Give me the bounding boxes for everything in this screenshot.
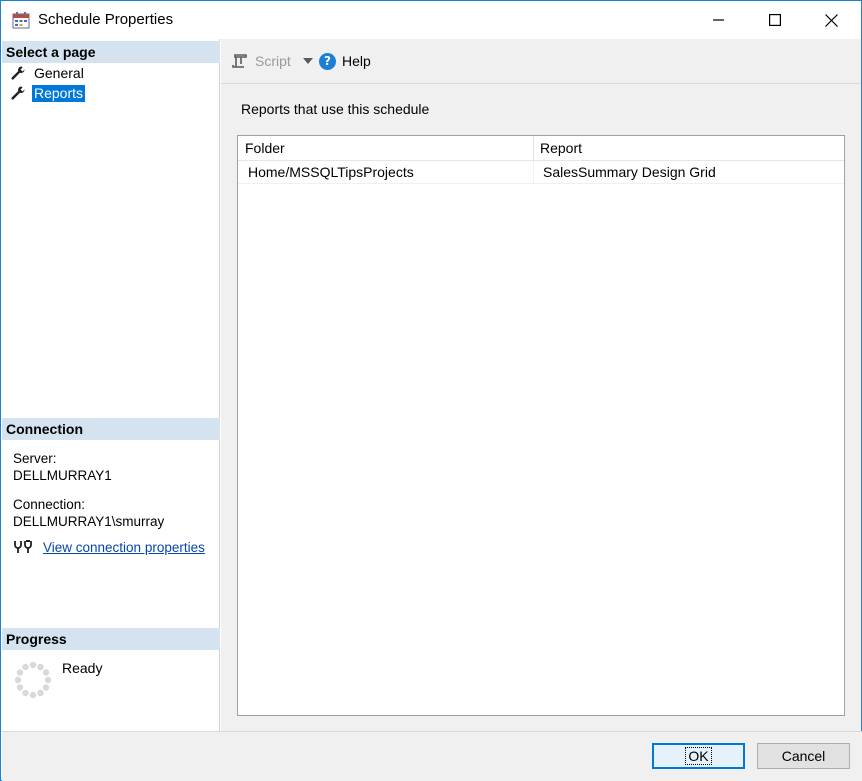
ok-label: OK [685,747,712,765]
script-icon [231,52,249,70]
reports-section-label: Reports that use this schedule [241,101,430,117]
grid-header: Folder Report [238,136,844,161]
title-bar[interactable]: Schedule Properties [1,1,861,39]
left-panel: Select a page General Reports Connection… [2,39,220,731]
plug-icon [13,539,35,555]
minimize-icon [713,14,725,26]
connection-label: Connection: [13,497,86,512]
view-connection-properties-row: View connection properties [13,539,205,555]
help-button[interactable]: ? Help [319,51,371,71]
schedule-app-icon [12,11,30,29]
column-header-folder[interactable]: Folder [238,136,533,161]
wrench-icon [10,85,26,101]
report-cell[interactable]: SalesSummary Design Grid [533,161,844,184]
dialog-footer: OK Cancel [2,731,862,781]
cancel-button[interactable]: Cancel [757,743,850,769]
server-label: Server: [13,451,57,466]
close-button[interactable] [803,1,859,39]
maximize-icon [769,14,781,26]
schedule-properties-window: Schedule Properties Select a page Genera… [0,0,862,781]
server-value: DELLMURRAY1 [13,468,112,483]
window-title: Schedule Properties [38,11,174,28]
main-panel: Script ? Help Reports that use this sche… [221,39,861,731]
progress-status: Ready [62,660,103,676]
cancel-label: Cancel [781,748,826,764]
progress-spinner-icon [14,661,52,699]
page-item-reports[interactable]: Reports [10,83,87,103]
maximize-button[interactable] [747,1,803,39]
wrench-icon [10,65,26,81]
page-item-label: Reports [30,83,87,103]
column-header-report[interactable]: Report [533,136,844,161]
script-button[interactable]: Script [231,51,313,71]
view-connection-properties-link[interactable]: View connection properties [43,540,205,555]
chevron-down-icon[interactable] [302,58,313,64]
reports-grid[interactable]: Folder Report Home/MSSQLTipsProjects Sal… [237,135,845,716]
connection-value: DELLMURRAY1\smurray [13,514,165,529]
folder-cell[interactable]: Home/MSSQLTipsProjects [238,161,533,184]
minimize-button[interactable] [691,1,747,39]
close-icon [824,13,838,27]
select-page-header: Select a page [2,41,220,63]
progress-header: Progress [2,628,220,650]
table-row[interactable]: Home/MSSQLTipsProjects SalesSummary Desi… [238,161,844,184]
connection-header: Connection [2,418,220,440]
page-item-general[interactable]: General [10,64,86,82]
page-item-label: General [34,64,84,81]
help-label: Help [342,53,371,69]
toolbar: Script ? Help [221,39,861,84]
script-label: Script [255,53,291,69]
ok-button[interactable]: OK [652,743,745,769]
help-icon: ? [319,52,336,70]
